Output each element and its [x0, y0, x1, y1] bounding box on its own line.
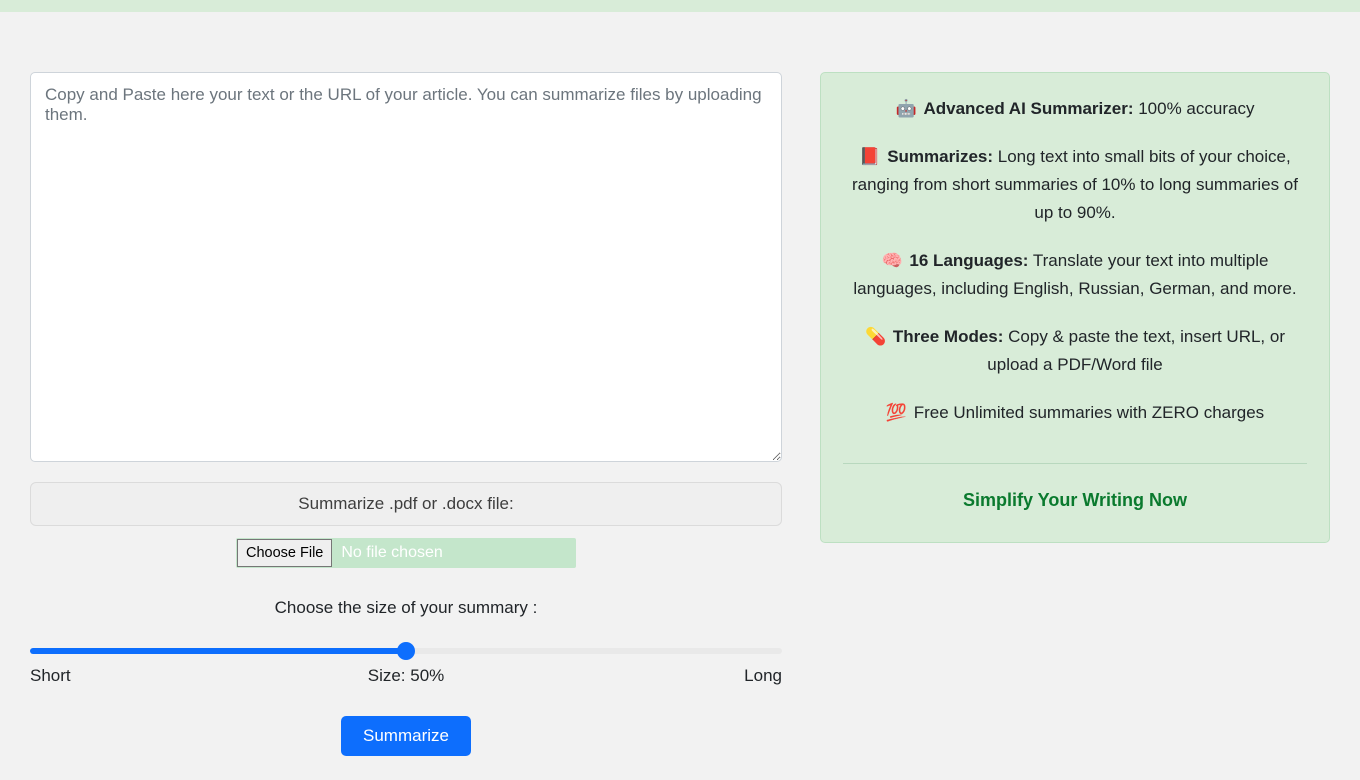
file-chooser-row: Choose File No file chosen	[30, 538, 782, 568]
source-text-input[interactable]	[30, 72, 782, 462]
robot-icon: 🤖	[896, 95, 917, 123]
summarize-button[interactable]: Summarize	[341, 716, 471, 756]
promo-item-modes: 💊 Three Modes: Copy & paste the text, in…	[843, 323, 1307, 379]
right-column: 🤖 Advanced AI Summarizer: 100% accuracy …	[820, 72, 1330, 543]
summary-size-prompt: Choose the size of your summary :	[30, 598, 782, 618]
promo-bold: Advanced AI Summarizer:	[923, 99, 1133, 118]
brain-icon: 🧠	[882, 247, 903, 275]
left-column: Summarize .pdf or .docx file: Choose Fil…	[30, 72, 782, 756]
slider-label-long: Long	[744, 666, 782, 686]
hundred-icon: 💯	[886, 399, 907, 427]
promo-box: 🤖 Advanced AI Summarizer: 100% accuracy …	[820, 72, 1330, 543]
pill-icon: 💊	[865, 323, 886, 351]
promo-rest: Copy & paste the text, insert URL, or up…	[987, 327, 1285, 374]
promo-bold: Three Modes:	[893, 327, 1004, 346]
file-section-label: Summarize .pdf or .docx file:	[30, 482, 782, 526]
slider-label-short: Short	[30, 666, 71, 686]
promo-item-free: 💯 Free Unlimited summaries with ZERO cha…	[843, 399, 1307, 427]
promo-item-ai: 🤖 Advanced AI Summarizer: 100% accuracy	[843, 95, 1307, 123]
promo-bold: Summarizes:	[887, 147, 993, 166]
summarize-button-row: Summarize	[30, 716, 782, 756]
choose-file-button[interactable]: Choose File	[237, 539, 332, 567]
file-chooser[interactable]: Choose File No file chosen	[236, 538, 576, 568]
main-container: Summarize .pdf or .docx file: Choose Fil…	[0, 12, 1360, 780]
book-icon: 📕	[859, 143, 880, 171]
simplify-writing-link[interactable]: Simplify Your Writing Now	[843, 486, 1307, 516]
promo-rest: Free Unlimited summaries with ZERO charg…	[909, 403, 1264, 422]
promo-rest: 100% accuracy	[1134, 99, 1255, 118]
slider-label-size: Size: 50%	[368, 666, 445, 686]
promo-bold: 16 Languages:	[909, 251, 1028, 270]
promo-item-languages: 🧠 16 Languages: Translate your text into…	[843, 247, 1307, 303]
slider-labels: Short Size: 50% Long	[30, 654, 782, 686]
no-file-chosen-text: No file chosen	[333, 540, 450, 566]
top-accent-bar	[0, 0, 1360, 12]
promo-divider	[843, 463, 1307, 464]
promo-item-summarizes: 📕 Summarizes: Long text into small bits …	[843, 143, 1307, 227]
